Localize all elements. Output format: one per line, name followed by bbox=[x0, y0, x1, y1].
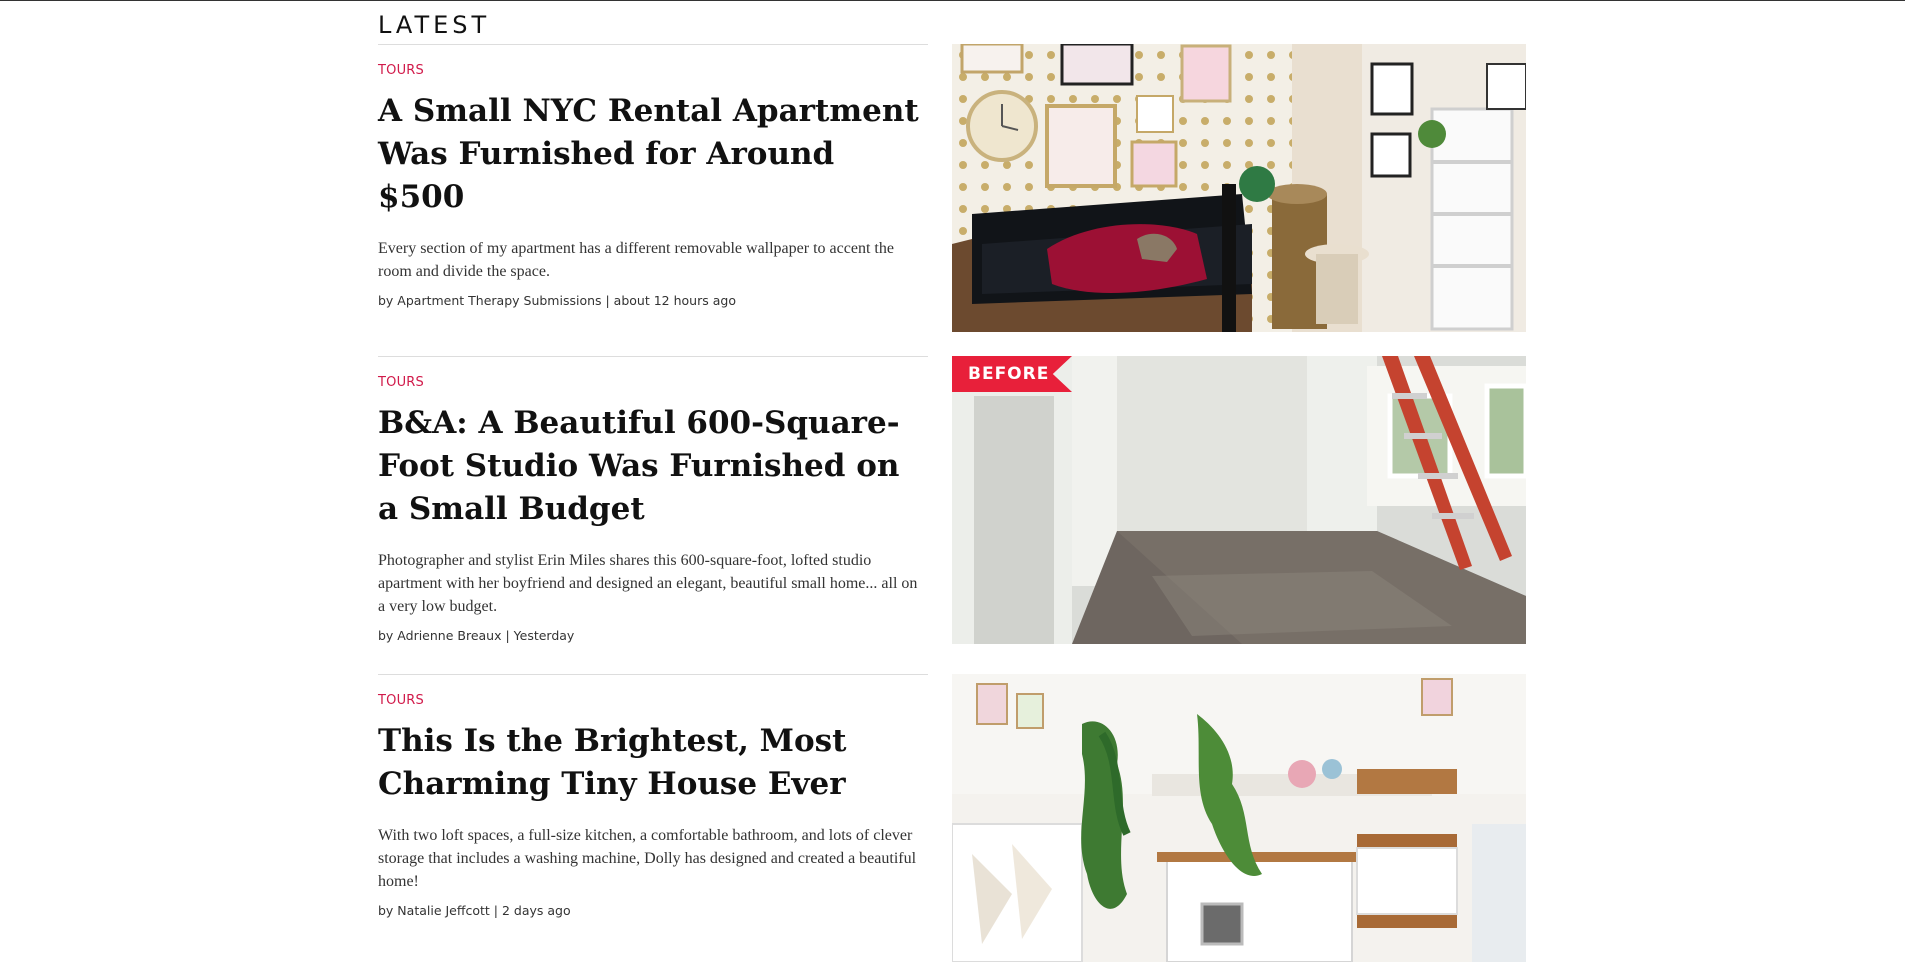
living-room-image bbox=[952, 44, 1526, 332]
article-byline: by Natalie Jeffcott | 2 days ago bbox=[378, 903, 571, 918]
article-category-link[interactable]: TOURS bbox=[378, 63, 928, 78]
article-title-link[interactable]: This Is the Brightest, Most Charming Tin… bbox=[378, 720, 928, 806]
article-text: TOURS This Is the Brightest, Most Charmi… bbox=[378, 674, 928, 918]
empty-studio-image bbox=[952, 356, 1526, 644]
article-summary: With two loft spaces, a full-size kitche… bbox=[378, 827, 917, 890]
article-byline: by Apartment Therapy Submissions | about… bbox=[378, 293, 736, 308]
section-title: LATEST bbox=[378, 11, 491, 39]
article-text: TOURS A Small NYC Rental Apartment Was F… bbox=[378, 44, 928, 308]
article-thumbnail[interactable]: BEFORE bbox=[952, 356, 1526, 644]
article-category-link[interactable]: TOURS bbox=[378, 375, 928, 390]
article-thumbnail[interactable] bbox=[952, 44, 1526, 332]
article-title-link[interactable]: B&A: A Beautiful 600-Square-Foot Studio … bbox=[378, 402, 928, 531]
article-byline: by Adrienne Breaux | Yesterday bbox=[378, 628, 575, 643]
article-text: TOURS B&A: A Beautiful 600-Square-Foot S… bbox=[378, 356, 928, 643]
article-summary: Photographer and stylist Erin Miles shar… bbox=[378, 552, 918, 615]
article-category-link[interactable]: TOURS bbox=[378, 693, 928, 708]
tiny-house-image bbox=[952, 674, 1526, 962]
article-thumbnail[interactable] bbox=[952, 674, 1526, 962]
article-summary: Every section of my apartment has a diff… bbox=[378, 240, 894, 280]
article-title-link[interactable]: A Small NYC Rental Apartment Was Furnish… bbox=[378, 90, 928, 219]
